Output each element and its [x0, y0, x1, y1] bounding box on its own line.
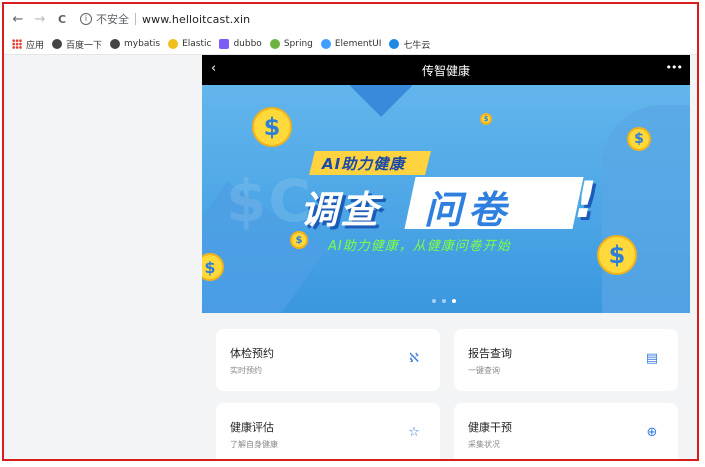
- card-checkup-booking[interactable]: 体检预约 实时预约 ℵ: [216, 329, 440, 391]
- headline-exclaim: !: [574, 171, 597, 229]
- card-health-assessment[interactable]: 健康评估 了解自身健康 ☆: [216, 403, 440, 459]
- carousel-indicator[interactable]: [432, 299, 456, 303]
- bookmark-dubbo[interactable]: dubbo: [219, 39, 262, 49]
- bookmark-mybatis[interactable]: mybatis: [110, 39, 160, 49]
- bookmarks-bar: 应用 百度一下 mybatis Elastic dubbo Spring Ele…: [4, 34, 697, 55]
- address-bar: ← → C i 不安全 www.helloitcast.xin: [4, 4, 697, 34]
- carousel-dot[interactable]: [432, 299, 436, 303]
- omnibox[interactable]: i 不安全 www.helloitcast.xin: [80, 11, 250, 27]
- forward-arrow-icon[interactable]: →: [32, 11, 48, 27]
- card-subtitle: 采集状况: [468, 440, 500, 449]
- elementui-icon: [320, 39, 331, 49]
- security-label: 不安全: [96, 13, 129, 26]
- apps-icon: [12, 39, 22, 49]
- info-icon[interactable]: i: [80, 13, 92, 25]
- globe-icon: [52, 39, 63, 49]
- coin-icon: $: [627, 127, 651, 151]
- dubbo-icon: [219, 39, 230, 49]
- bookmark-label: 百度一下: [66, 40, 103, 51]
- coin-icon: $: [252, 107, 292, 147]
- bookmark-elastic[interactable]: Elastic: [168, 39, 211, 49]
- app-title: 传智健康: [421, 63, 470, 78]
- headline-part1: 调查: [300, 188, 381, 232]
- card-report-query[interactable]: 报告查询 一键查询 ▤: [454, 329, 678, 391]
- app-header: ‹ 传智健康 •••: [202, 55, 690, 85]
- globe-icon: [110, 39, 121, 49]
- card-subtitle: 一键查询: [468, 366, 500, 375]
- carousel-dot-active[interactable]: [452, 299, 456, 303]
- card-title: 健康干预: [468, 421, 512, 434]
- card-subtitle: 实时预约: [230, 366, 262, 375]
- more-icon[interactable]: •••: [666, 61, 683, 74]
- reload-icon[interactable]: C: [54, 11, 70, 27]
- bookmark-label: dubbo: [233, 39, 262, 49]
- carousel-dot[interactable]: [442, 299, 446, 303]
- plus-circle-icon: ⊕: [646, 425, 658, 440]
- url-text[interactable]: www.helloitcast.xin: [142, 13, 250, 26]
- back-icon[interactable]: ‹: [211, 61, 216, 76]
- bookmark-label: mybatis: [124, 39, 161, 49]
- bookmark-label: Elastic: [182, 39, 212, 49]
- stethoscope-icon: ℵ: [409, 351, 419, 366]
- browser-window: ← → C i 不安全 www.helloitcast.xin 应用 百度一下 …: [2, 2, 699, 461]
- bookmark-label: ElementUI: [334, 39, 382, 49]
- card-title: 报告查询: [468, 347, 512, 360]
- bookmark-label: 七牛云: [403, 40, 431, 51]
- bookmark-label: Spring: [283, 39, 313, 49]
- spring-icon: [269, 39, 280, 49]
- report-icon: ▤: [645, 351, 659, 366]
- bookmark-qiniu[interactable]: 七牛云: [389, 38, 430, 51]
- qiniu-icon: [389, 39, 400, 49]
- back-arrow-icon[interactable]: ←: [10, 11, 26, 27]
- card-subtitle: 了解自身健康: [230, 440, 278, 449]
- bookmark-label: 应用: [26, 40, 45, 51]
- star-icon: ☆: [408, 425, 420, 440]
- bookmark-elementui[interactable]: ElementUI: [320, 39, 382, 49]
- banner-shape: [349, 85, 413, 117]
- card-health-intervention[interactable]: 健康干预 采集状况 ⊕: [454, 403, 678, 459]
- bookmark-spring[interactable]: Spring: [269, 39, 313, 49]
- banner-subtitle: AI助力健康，从健康问卷开始: [328, 239, 511, 254]
- bookmark-apps[interactable]: 应用: [12, 38, 44, 51]
- ribbon-text: AI助力健康: [322, 155, 406, 173]
- coin-icon: $: [480, 113, 492, 125]
- elastic-icon: [168, 39, 179, 49]
- headline-part2: 问卷: [424, 188, 513, 232]
- page-viewport: ‹ 传智健康 ••• $C $ $ $ $ $ $ AI助力健康 调查 问卷 !…: [4, 55, 697, 459]
- card-title: 体检预约: [230, 347, 274, 360]
- bookmark-baidu[interactable]: 百度一下: [52, 38, 102, 51]
- card-title: 健康评估: [230, 421, 274, 434]
- mobile-app: ‹ 传智健康 ••• $C $ $ $ $ $ $ AI助力健康 调查 问卷 !…: [202, 55, 690, 459]
- hero-banner[interactable]: $C $ $ $ $ $ $ AI助力健康 调查 问卷 ! AI助力健康，从健康…: [202, 85, 690, 313]
- url-divider: [135, 13, 136, 25]
- coin-icon: $: [597, 235, 637, 275]
